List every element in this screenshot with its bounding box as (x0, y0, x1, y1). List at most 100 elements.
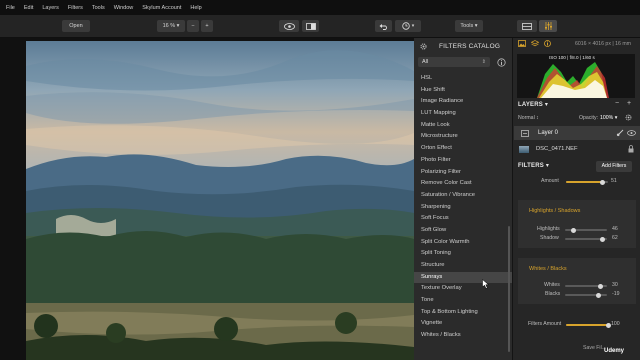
compare-button[interactable] (302, 20, 319, 32)
filters-amount-slider[interactable] (566, 322, 611, 328)
filters-amount-label: Filters Amount (528, 321, 562, 327)
filters-amount-fill (566, 324, 608, 326)
landscape-photo[interactable] (26, 41, 414, 360)
menu-help[interactable]: Help (190, 5, 201, 11)
info-circle-icon[interactable] (544, 40, 551, 47)
open-button[interactable]: Open (62, 20, 90, 32)
blend-mode-select[interactable]: Normal ↕ (518, 115, 539, 121)
amount-slider-fill (566, 181, 603, 183)
layout-toggle-button[interactable] (517, 20, 537, 32)
filter-item-soft-focus[interactable]: Soft Focus (414, 213, 512, 225)
layers-icon[interactable] (531, 40, 539, 47)
sliders-icon (544, 22, 552, 30)
filter-item-split-color-warmth[interactable]: Split Color Warmth (414, 237, 512, 249)
menu-file[interactable]: File (6, 5, 15, 11)
save-filters-button[interactable]: Save Fil... (583, 345, 606, 351)
filter-item-matte-look[interactable]: Matte Look (414, 120, 512, 132)
preview-eye-button[interactable] (279, 20, 299, 32)
filter-item-tone[interactable]: Tone (414, 295, 512, 307)
zoom-out-button[interactable]: − (187, 20, 199, 32)
filters-title[interactable]: FILTERS ▾ (518, 162, 549, 169)
highlights-value: 46 (612, 226, 618, 232)
menu-window[interactable]: Window (114, 5, 134, 11)
filter-item-top-bottom-lighting[interactable]: Top & Bottom Lighting (414, 307, 512, 319)
adjustments-button[interactable] (539, 20, 557, 32)
remove-layer-icon[interactable]: − (615, 100, 619, 107)
filter-item-remove-color-cast[interactable]: Remove Color Cast (414, 178, 512, 190)
menu-edit[interactable]: Edit (24, 5, 33, 11)
layer-name: Layer 0 (538, 130, 559, 136)
image-icon[interactable] (518, 40, 526, 47)
filter-item-image-radiance[interactable]: Image Radiance (414, 96, 512, 108)
highlights-slider[interactable] (565, 227, 607, 233)
filter-item-saturation-vibrance[interactable]: Saturation / Vibrance (414, 190, 512, 202)
canvas-area[interactable] (0, 38, 414, 360)
layers-title[interactable]: LAYERS ▾ (518, 101, 548, 108)
filters-amount-knob[interactable] (605, 322, 611, 328)
blacks-label: Blacks (545, 291, 561, 297)
filter-item-texture-overlay[interactable]: Texture Overlay (414, 283, 512, 295)
add-filters-button[interactable]: Add Filters (596, 161, 632, 172)
udemy-watermark: Udemy (604, 348, 625, 354)
visibility-eye-icon[interactable] (627, 130, 636, 136)
filter-item-hue-shift[interactable]: Hue Shift (414, 85, 512, 97)
eye-icon (283, 22, 295, 30)
blacks-slider[interactable] (565, 292, 607, 298)
landscape-image (26, 41, 414, 360)
undo-button[interactable] (375, 20, 392, 32)
filter-item-structure[interactable]: Structure (414, 260, 512, 272)
amount-slider[interactable] (566, 179, 608, 185)
menu-skylum-account[interactable]: Skylum Account (142, 5, 181, 11)
filter-item-orton-effect[interactable]: Orton Effect (414, 143, 512, 155)
amount-label: Amount (541, 178, 559, 184)
filter-item-split-toning[interactable]: Split Toning (414, 248, 512, 260)
whites-blacks-group (518, 258, 636, 304)
layer-settings-icon[interactable] (625, 114, 632, 121)
adjustment-layer-icon (521, 129, 529, 137)
filter-item-soft-glow[interactable]: Soft Glow (414, 225, 512, 237)
shadows-slider-knob[interactable] (600, 236, 606, 242)
menu-bar: File Edit Layers Filters Tools Window Sk… (0, 0, 640, 15)
filter-item-hsl[interactable]: HSL (414, 73, 512, 85)
menu-tools[interactable]: Tools (92, 5, 105, 11)
filter-item-vignette[interactable]: Vignette (414, 318, 512, 330)
filters-amount-value: 100 (611, 321, 620, 327)
history-button[interactable]: ▾ (395, 20, 421, 32)
shadows-value: 62 (612, 235, 618, 241)
opacity-value[interactable]: 100% ▾ (600, 115, 617, 121)
zoom-in-button[interactable]: + (201, 20, 213, 32)
filter-category-select[interactable]: All ⇕ (418, 57, 490, 67)
filter-item-lut-mapping[interactable]: LUT Mapping (414, 108, 512, 120)
info-icon[interactable] (497, 58, 506, 67)
histogram-graph (537, 62, 609, 98)
highlights-shadows-title[interactable]: Highlights / Shadows (529, 208, 580, 214)
whites-slider-knob[interactable] (598, 283, 604, 289)
zoom-dropdown[interactable]: 16 % ▾ (157, 20, 185, 32)
filters-catalog-panel: FILTERS CATALOG All ⇕ HSL Hue Shift Image … (414, 38, 513, 360)
layer-row-layer-0[interactable]: Layer 0 (514, 126, 640, 140)
filter-item-sharpening[interactable]: Sharpening (414, 202, 512, 214)
filter-item-polarizing-filter[interactable]: Polarizing Filter (414, 167, 512, 179)
filter-item-photo-filter[interactable]: Photo Filter (414, 155, 512, 167)
highlights-slider-knob[interactable] (570, 227, 576, 233)
lock-icon (628, 145, 634, 153)
blacks-slider-knob[interactable] (596, 292, 602, 298)
brush-icon[interactable] (616, 129, 624, 137)
filter-item-sunrays[interactable]: Sunrays (414, 271, 512, 284)
highlights-label: Highlights (537, 226, 560, 232)
layer-row-base-image[interactable]: DSC_0471.NEF (514, 142, 640, 156)
exif-info: ISO 100 | f/8.0 | 1/60 s (549, 55, 595, 60)
catalog-scrollbar[interactable] (508, 226, 510, 352)
tools-dropdown[interactable]: Tools ▾ (455, 20, 483, 32)
add-layer-icon[interactable]: + (627, 100, 631, 107)
shadows-slider[interactable] (565, 236, 607, 242)
filters-list: HSL Hue Shift Image Radiance LUT Mapping Mat… (414, 73, 512, 342)
filter-item-whites-blacks[interactable]: Whites / Blacks (414, 330, 512, 342)
gear-icon[interactable] (420, 42, 427, 50)
whites-blacks-title[interactable]: Whites / Blacks (529, 266, 567, 272)
filter-item-microstructure[interactable]: Microstructure (414, 131, 512, 143)
whites-slider[interactable] (565, 283, 607, 289)
menu-layers[interactable]: Layers (42, 5, 59, 11)
menu-filters[interactable]: Filters (68, 5, 83, 11)
panel-layout-icon (522, 22, 532, 30)
